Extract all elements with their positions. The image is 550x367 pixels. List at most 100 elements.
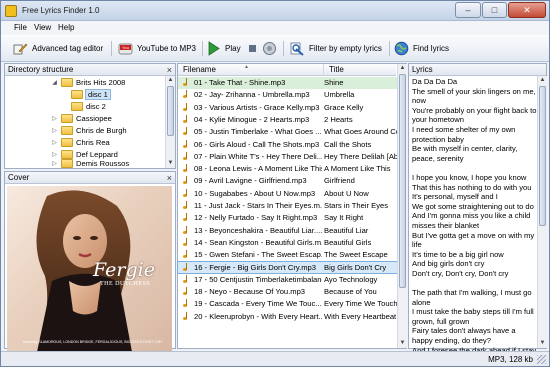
tree-expand-arrow[interactable]: ▷: [51, 127, 58, 134]
tree-expand-arrow[interactable]: ▷: [51, 160, 58, 167]
music-note-icon: [182, 188, 191, 198]
music-note-icon: [182, 102, 191, 112]
table-row[interactable]: 03 - Various Artists - Grace Kelly.mp3 Gr…: [178, 102, 404, 114]
toolbar-separator: [111, 41, 112, 56]
filename-cell: 15 - Gwen Stefani - The Sweet Escap...: [182, 250, 322, 259]
close-button[interactable]: ✕: [508, 2, 546, 18]
table-row[interactable]: 07 - Plain White T's - Hey There Deli...…: [178, 151, 404, 163]
youtube-to-mp3-button[interactable]: You YouTube to MP3: [118, 39, 196, 58]
find-lyrics-button[interactable]: Find lyrics: [394, 39, 449, 58]
tree-expand-arrow[interactable]: ▷: [51, 115, 58, 122]
scroll-down-icon[interactable]: ▼: [538, 339, 547, 348]
cover-panel-close-button[interactable]: ×: [167, 172, 172, 184]
volume-button[interactable]: [262, 39, 277, 58]
filename-text: 19 - Cascada - Every Time We Touc...: [194, 299, 322, 309]
table-row[interactable]: 14 - Sean Kingston - Beautiful Girls.m..…: [178, 237, 404, 249]
play-label: Play: [225, 44, 241, 53]
table-row[interactable]: 02 - Jay- Zrihanna - Umbrella.mp3 Umbrell…: [178, 89, 404, 101]
sort-ascending-icon: ▲: [244, 64, 249, 70]
scroll-thumb[interactable]: [539, 86, 546, 226]
tree-item-chris-rea[interactable]: ▷ Chris Rea: [51, 137, 110, 148]
table-row[interactable]: 19 - Cascada - Every Time We Touc... Ever…: [178, 298, 404, 310]
table-row[interactable]: 16 - Fergie - Big Girls Don't Cry.mp3 Big…: [177, 260, 405, 274]
minimize-button[interactable]: –: [455, 2, 481, 18]
title-cell: Big Girls Don't Cry: [324, 262, 387, 272]
resize-grip[interactable]: [537, 355, 546, 364]
table-row[interactable]: 05 - Justin Timberlake - What Goes ... Wh…: [178, 126, 404, 138]
toolbar: Advanced tag editor You YouTube to MP3 P…: [1, 35, 549, 62]
filename-text: 18 - Neyo - Because Of You.mp3: [194, 287, 306, 297]
filename-text: 05 - Justin Timberlake - What Goes ...: [194, 127, 322, 137]
table-row[interactable]: 11 - Just Jack - Stars In Their Eyes.m..…: [178, 200, 404, 212]
app-window: Free Lyrics Finder 1.0 – □ ✕ File View H…: [0, 0, 550, 367]
music-note-icon: [182, 114, 191, 124]
column-header-title[interactable]: Title: [324, 64, 398, 76]
scroll-down-icon[interactable]: ▼: [166, 159, 175, 168]
scroll-up-icon[interactable]: ▲: [538, 76, 547, 85]
filename-text: 16 - Fergie - Big Girls Don't Cry.mp3: [194, 262, 316, 272]
music-note-icon: [182, 311, 191, 321]
directory-panel-close-button[interactable]: ×: [167, 64, 172, 76]
column-header-filename[interactable]: Filename ▲: [178, 64, 324, 76]
table-row[interactable]: 12 - Nelly Furtado - Say It Right.mp3 Say…: [178, 212, 404, 224]
scroll-up-icon[interactable]: ▲: [398, 64, 407, 73]
advanced-tag-editor-button[interactable]: Advanced tag editor: [13, 39, 103, 58]
lyrics-panel: Lyrics Da Da Da Da The smell of your ski…: [408, 63, 547, 355]
file-list-scrollbar[interactable]: ▲ ▼: [397, 64, 407, 348]
table-row[interactable]: 17 - 50 Centjustin Timberlaketimbaland..…: [178, 274, 404, 286]
svg-text:You: You: [122, 45, 129, 50]
tree-item-cassiopee[interactable]: ▷ Cassiopee: [51, 113, 112, 124]
table-row[interactable]: 08 - Leona Lewis - A Moment Like This A M…: [178, 163, 404, 175]
menu-view[interactable]: View: [34, 23, 51, 32]
filename-cell: 03 - Various Artists - Grace Kelly.mp3: [182, 102, 322, 112]
table-row[interactable]: 06 - Girls Aloud - Call The Shots.mp3 Cal…: [178, 139, 404, 151]
title-cell: What Goes Around Come:: [324, 127, 404, 137]
menu-file[interactable]: File: [14, 23, 27, 32]
table-row[interactable]: 04 - Kylie Minogue - 2 Hearts.mp3 2 Heart…: [178, 114, 404, 126]
tree-item-label: disc 2: [86, 102, 106, 111]
stop-button[interactable]: [245, 39, 260, 58]
title-cell: Stars in Their Eyes: [324, 201, 389, 210]
directory-scrollbar[interactable]: ▲ ▼: [165, 76, 175, 168]
tree-expand-arrow[interactable]: ▷: [51, 139, 58, 146]
tree-item-demis-roussos[interactable]: ▷ Demis Roussos: [51, 158, 129, 169]
title-cell: Umbrella: [324, 90, 355, 100]
table-row[interactable]: 15 - Gwen Stefani - The Sweet Escap... Th…: [178, 249, 404, 261]
tree-expand-arrow[interactable]: ▷: [51, 151, 58, 158]
stop-icon: [245, 41, 260, 56]
music-note-icon: [182, 127, 191, 136]
play-button[interactable]: Play: [206, 39, 241, 58]
scroll-down-icon[interactable]: ▼: [398, 339, 407, 348]
menu-help[interactable]: Help: [58, 23, 74, 32]
filename-text: 09 - Avril Lavigne - Girlfriend.mp3: [194, 176, 307, 186]
scroll-thumb[interactable]: [399, 74, 406, 288]
file-list-panel: Filename ▲ Title 01 - Take That - Shine.…: [177, 63, 407, 349]
lyrics-panel-header: Lyrics: [409, 64, 546, 76]
table-row[interactable]: 18 - Neyo - Because Of You.mp3 Because of…: [178, 286, 404, 298]
tree-item-chris-de-burgh[interactable]: ▷ Chris de Burgh: [51, 125, 127, 136]
lyrics-textarea[interactable]: Da Da Da Da The smell of your skin linge…: [412, 77, 538, 355]
filter-empty-lyrics-button[interactable]: Filter by empty lyrics: [290, 39, 382, 58]
tree-item-disc-2[interactable]: disc 2: [71, 101, 106, 112]
column-header-title-label: Title: [329, 65, 344, 74]
filename-text: 15 - Gwen Stefani - The Sweet Escap...: [194, 250, 322, 260]
table-row[interactable]: 09 - Avril Lavigne - Girlfriend.mp3 Girlf…: [178, 175, 404, 187]
music-note-icon: [182, 78, 191, 87]
tree-item-label: Chris Rea: [76, 138, 110, 147]
tree-item-brits-hits[interactable]: ◢ Brits Hits 2008: [51, 77, 125, 88]
table-row[interactable]: 01 - Take That - Shine.mp3 Shine: [178, 77, 404, 89]
tree-expand-arrow[interactable]: ◢: [51, 79, 58, 86]
filename-cell: 18 - Neyo - Because Of You.mp3: [182, 287, 322, 296]
table-row[interactable]: 13 - Beyonceshakira - Beautiful Liar....…: [178, 225, 404, 237]
folder-icon: [61, 114, 73, 123]
lyrics-scrollbar[interactable]: ▲ ▼: [537, 76, 547, 348]
scroll-thumb[interactable]: [167, 86, 174, 136]
maximize-button[interactable]: □: [482, 2, 507, 18]
tree-item-disc-1[interactable]: disc 1: [71, 89, 111, 100]
scroll-up-icon[interactable]: ▲: [166, 76, 175, 85]
music-note-icon: [182, 164, 191, 173]
table-row[interactable]: 10 - Sugababes - About U Now.mp3 About U …: [178, 188, 404, 200]
filename-text: 14 - Sean Kingston - Beautiful Girls.m..…: [194, 237, 322, 247]
filename-cell: 08 - Leona Lewis - A Moment Like This: [182, 164, 322, 173]
table-row[interactable]: 20 - Kleeruprobyn - With Every Heart... W…: [178, 311, 404, 323]
